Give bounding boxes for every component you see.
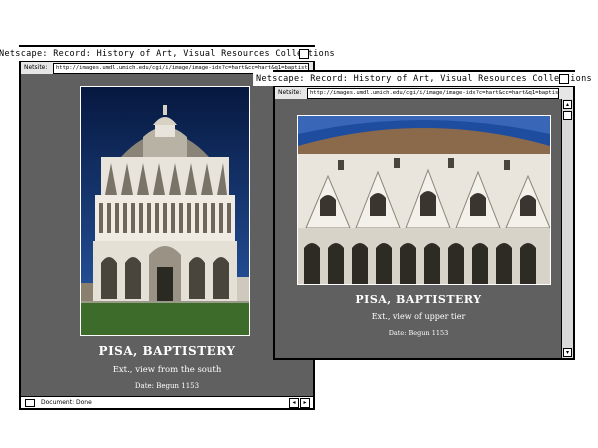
title-bar[interactable]: Netscape: Record: History of Art, Visual… <box>0 47 338 62</box>
scroll-up-icon[interactable]: ▴ <box>563 100 572 109</box>
scroll-right-icon[interactable]: ▸ <box>300 398 310 408</box>
status-text: Document: Done <box>41 399 92 406</box>
caption-date: Date: Begun 1153 <box>388 329 449 337</box>
caption-title: PISA, BAPTISTERY <box>98 344 236 358</box>
page-content: PISA, BAPTISTERY Ext., view of upper tie… <box>275 99 562 358</box>
caption-subtitle: Ext., view of upper tier <box>371 312 466 321</box>
zoom-box-icon[interactable] <box>299 49 309 59</box>
title-bar[interactable]: Netscape: Record: History of Art, Visual… <box>253 72 595 87</box>
location-input[interactable]: http://images.umdl.umich.edu/cgi/i/image… <box>307 88 559 99</box>
scroll-down-icon[interactable]: ▾ <box>563 348 572 357</box>
scroll-thumb[interactable] <box>563 111 572 120</box>
location-label: Netsite: <box>24 64 48 71</box>
scroll-left-icon[interactable]: ◂ <box>289 398 299 408</box>
page-content: PISA, BAPTISTERY Ext., view from the sou… <box>21 74 313 397</box>
location-label: Netsite: <box>278 89 302 96</box>
caption-title: PISA, BAPTISTERY <box>355 293 482 306</box>
caption-date: Date: Begun 1153 <box>134 382 200 390</box>
window-title: Netscape: Record: History of Art, Visual… <box>0 47 338 61</box>
window-title: Netscape: Record: History of Art, Visual… <box>253 72 595 86</box>
browser-window-right: Netscape: Record: History of Art, Visual… <box>253 70 595 360</box>
vertical-scrollbar[interactable]: ▴ ▾ <box>561 99 573 358</box>
baptistery-upper-tier-image <box>298 116 550 284</box>
baptistery-photo <box>80 86 250 336</box>
zoom-box-icon[interactable] <box>559 74 569 84</box>
baptistery-south-view-image <box>81 87 249 335</box>
status-bar: Document: Done ◂ ▸ <box>21 396 313 408</box>
baptistery-photo <box>297 115 551 285</box>
caption-subtitle: Ext., view from the south <box>112 365 222 375</box>
browser-window-left: Netscape: Record: History of Art, Visual… <box>0 45 338 410</box>
security-key-icon <box>25 399 35 407</box>
